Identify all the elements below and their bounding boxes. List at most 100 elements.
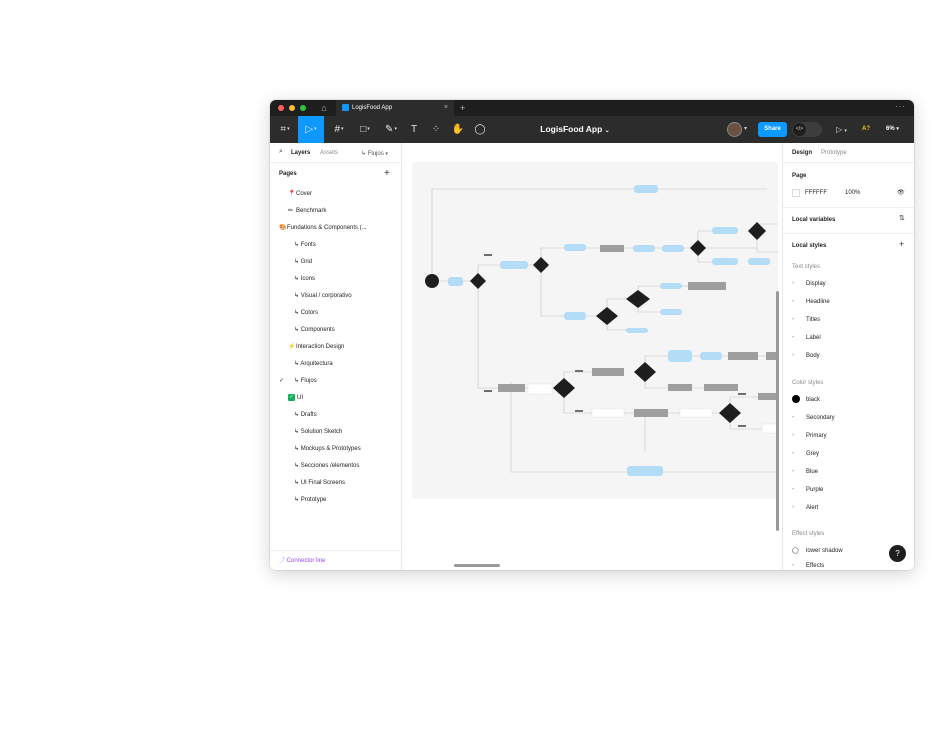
share-button[interactable]: Share <box>758 122 787 137</box>
frame-tool-button[interactable]: #▾ <box>328 116 350 143</box>
local-variables-heading[interactable]: Local variables <box>792 217 835 223</box>
page-item-label: ↳ Arquitectura <box>294 361 333 367</box>
help-button[interactable]: ? <box>889 545 906 562</box>
zoom-menu[interactable]: 6% ▾ <box>886 116 899 143</box>
page-opacity-value[interactable]: 100% <box>845 188 860 198</box>
connector-line-item[interactable]: ⤴ Connector line <box>270 550 401 570</box>
color-style-item[interactable]: • Purple <box>792 485 823 495</box>
page-item-label: ↳ Grid <box>294 259 313 265</box>
tab-prototype[interactable]: Prototype <box>821 150 847 156</box>
tab-design[interactable]: Design <box>792 150 812 156</box>
color-style-item[interactable]: • Blue <box>792 467 818 477</box>
tab-layers[interactable]: Layers <box>291 150 310 156</box>
flow-diagram <box>425 185 779 476</box>
play-icon: ▷ <box>836 125 843 134</box>
page-item[interactable]: ↳ Components <box>294 324 335 336</box>
maximize-window-button[interactable] <box>300 105 306 111</box>
user-avatar[interactable] <box>727 122 742 137</box>
zoom-level: 6% <box>886 126 895 132</box>
horizontal-scrollbar[interactable] <box>454 564 500 567</box>
dev-mode-toggle[interactable]: </> <box>792 122 822 137</box>
page-item[interactable]: 🎨Fundations & Components (... <box>279 222 367 234</box>
text-style-item[interactable]: • Display <box>792 279 826 289</box>
file-title-menu[interactable]: LogisFood App ⌄ <box>530 116 620 143</box>
variables-icon[interactable]: ⇅ <box>899 214 905 222</box>
page-item-label: Fundations & Components (... <box>287 225 367 231</box>
page-item[interactable]: ↳ Fonts <box>294 239 316 251</box>
resources-tool-button[interactable]: ⁘ <box>428 116 444 143</box>
ai-button[interactable]: A? <box>862 116 870 143</box>
canvas[interactable] <box>402 143 782 570</box>
vertical-scrollbar[interactable] <box>776 291 779 531</box>
effect-style-item[interactable]: • Effects <box>792 561 824 570</box>
text-style-item[interactable]: • Headline <box>792 297 830 307</box>
text-tool-button[interactable]: T <box>406 116 422 143</box>
color-style-icon: • <box>792 469 795 475</box>
page-emoji-icon: 🎨 <box>279 225 287 231</box>
hand-tool-button[interactable]: ✋ <box>450 116 466 143</box>
pen-tool-button[interactable]: ✎▾ <box>380 116 402 143</box>
home-icon[interactable]: ⌂ <box>318 102 330 114</box>
page-item[interactable]: ✏ Benchmark <box>288 205 326 217</box>
pen-icon: ✎ <box>385 124 394 136</box>
text-style-item[interactable]: • Label <box>792 333 821 343</box>
page-item[interactable]: ↳ UI Final Screens <box>294 477 345 489</box>
comment-tool-button[interactable]: ◯ <box>472 116 488 143</box>
page-item[interactable]: ↳ Drafts <box>294 409 317 421</box>
design-panel-header: Design Prototype <box>783 143 914 163</box>
file-tab-title: LogisFood App <box>352 105 393 111</box>
connector-line-label: Connector line <box>286 558 326 564</box>
effect-style-label: Effects <box>806 563 825 569</box>
text-style-item[interactable]: • Body <box>792 351 820 361</box>
file-tab[interactable]: LogisFood App × <box>336 100 454 116</box>
page-item-label: ↳ UI Final Screens <box>294 480 346 486</box>
search-icon[interactable]: ⌕ <box>279 148 283 156</box>
shape-tool-button[interactable]: □▾ <box>354 116 376 143</box>
add-tab-icon[interactable]: + <box>460 100 465 116</box>
page-item-label: ↳ Drafts <box>294 412 317 418</box>
page-item[interactable]: ↳ Flujos <box>294 375 317 387</box>
page-item-label: Interaction Design <box>296 344 345 350</box>
flow-frame[interactable] <box>412 162 779 499</box>
page-item[interactable]: ↳ Arquitectura <box>294 358 333 370</box>
present-button[interactable]: ▷ ▾ <box>836 116 847 145</box>
page-item-label: ↳ Prototype <box>294 497 327 503</box>
page-color-swatch[interactable] <box>792 189 800 197</box>
page-item[interactable]: ⚡Interaction Design <box>288 341 344 353</box>
add-page-button[interactable]: + <box>384 168 390 179</box>
page-item-label: ↳ Flujos <box>294 378 317 384</box>
effect-style-item[interactable]: ◯ lower shadow <box>792 546 843 556</box>
page-item[interactable]: ↳ Colors <box>294 307 318 319</box>
more-icon[interactable]: ··· <box>895 100 906 114</box>
tab-assets[interactable]: Assets <box>320 150 338 156</box>
text-style-item[interactable]: • Titles <box>792 315 820 325</box>
page-item[interactable]: ↳ Icons <box>294 273 315 285</box>
color-style-item[interactable]: • Grey <box>792 449 819 459</box>
color-style-label: Grey <box>806 451 820 457</box>
page-item[interactable]: ↳ Secciones /elementos <box>294 460 359 472</box>
add-style-button[interactable]: + <box>899 239 904 249</box>
close-tab-icon[interactable]: × <box>444 100 448 116</box>
color-style-item[interactable]: • Alert <box>792 503 818 513</box>
page-item[interactable]: 📍Cover <box>288 188 312 200</box>
color-style-label: Purple <box>806 487 824 493</box>
page-item[interactable]: ↳ Prototype <box>294 494 326 506</box>
move-tool-button[interactable]: ▷▾ <box>298 116 324 143</box>
page-item[interactable]: ↳ Grid <box>294 256 312 268</box>
page-item[interactable]: ↳ Visual / corporativo <box>294 290 352 302</box>
color-style-item[interactable]: • Primary <box>792 431 827 441</box>
main-menu-button[interactable]: ⌗▾ <box>274 116 296 143</box>
chevron-down-icon[interactable]: ▾ <box>744 116 747 143</box>
page-color-value[interactable]: FFFFFF <box>805 188 827 198</box>
close-window-button[interactable] <box>278 105 284 111</box>
page-selector[interactable]: ↳ Flujos ▾ <box>361 150 388 157</box>
page-item[interactable]: ✓ UI <box>288 392 303 404</box>
eye-icon[interactable]: 👁 <box>897 188 905 198</box>
page-item[interactable]: ↳ Solution Sketch <box>294 426 342 438</box>
page-item-label: UI <box>297 395 303 401</box>
color-style-label: Primary <box>806 433 827 439</box>
minimize-window-button[interactable] <box>289 105 295 111</box>
color-style-item[interactable]: black <box>792 395 820 405</box>
page-item[interactable]: ↳ Mockups & Prototypes <box>294 443 361 455</box>
color-style-item[interactable]: • Secondary <box>792 413 835 423</box>
